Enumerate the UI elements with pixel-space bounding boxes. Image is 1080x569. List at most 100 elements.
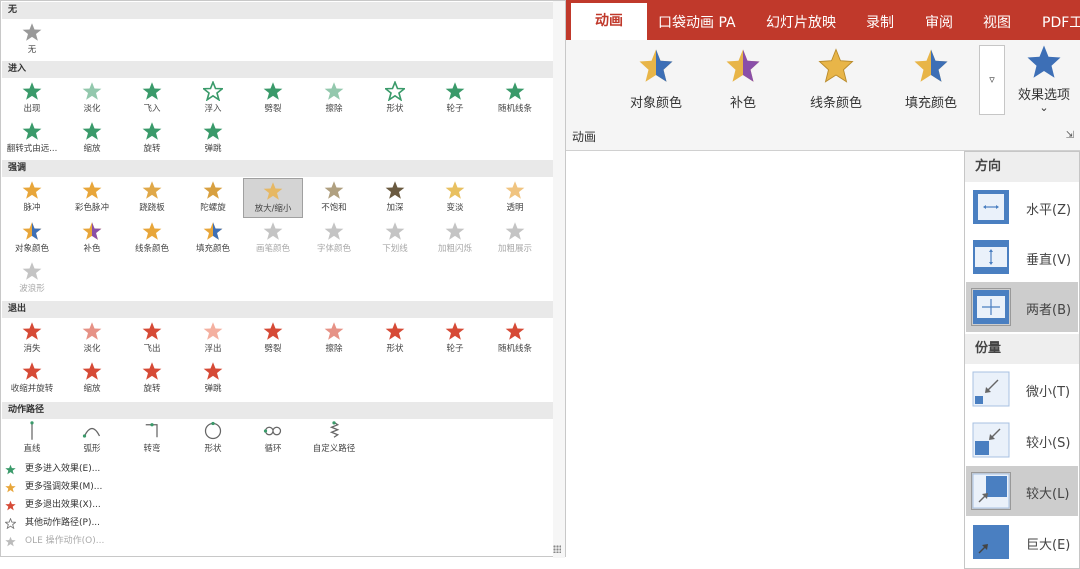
effect-entrance-10[interactable]: 缩放: [62, 119, 122, 159]
effect-entrance-6[interactable]: 形状: [365, 79, 425, 119]
resize-grip-icon[interactable]: [553, 545, 561, 553]
menu-item-both[interactable]: 两者(B): [966, 282, 1078, 332]
line-color-button[interactable]: 线条颜色: [794, 48, 878, 111]
star-effect-icon: [324, 222, 344, 240]
effect-label: 字体颜色: [316, 244, 351, 254]
effect-emphasis-12[interactable]: 填充颜色: [183, 219, 243, 259]
more-effects-label: 更多强调效果(M)...: [25, 482, 103, 492]
effect-path-4[interactable]: 循环: [243, 419, 303, 459]
effect-emphasis-5[interactable]: 不饱和: [304, 178, 364, 218]
effect-emphasis-0[interactable]: 脉冲: [2, 178, 62, 218]
tab-record[interactable]: 录制: [866, 12, 894, 32]
gallery-scrollbar[interactable]: [553, 1, 565, 558]
effect-emphasis-18[interactable]: 波浪形: [2, 259, 62, 299]
menu-item-smaller[interactable]: 较小(S): [966, 415, 1078, 465]
effect-path-5[interactable]: 自定义路径: [304, 419, 364, 459]
tab-view[interactable]: 视图: [983, 12, 1011, 32]
menu-item-tiny[interactable]: 微小(T): [966, 364, 1078, 414]
effect-options-button[interactable]: 效果选项 ⌄: [1009, 44, 1079, 114]
effect-label: 随机线条: [497, 344, 532, 354]
effect-exit-8[interactable]: 随机线条: [485, 319, 545, 359]
effect-exit-11[interactable]: 旋转: [122, 359, 182, 399]
effect-emphasis-10[interactable]: 补色: [62, 219, 122, 259]
effect-path-3[interactable]: 形状: [183, 419, 243, 459]
effect-emphasis-13[interactable]: 画笔颜色: [243, 219, 303, 259]
star-effect-icon: [324, 82, 344, 100]
effect-entrance-7[interactable]: 轮子: [425, 79, 485, 119]
effect-exit-2[interactable]: 飞出: [122, 319, 182, 359]
tab-pocket-animation[interactable]: 口袋动画 PA: [658, 12, 736, 32]
star-icon: [5, 518, 16, 529]
object-color-button[interactable]: 对象颜色: [614, 48, 698, 111]
effect-label: 彩色脉冲: [74, 203, 109, 213]
star-effect-icon: [505, 322, 525, 340]
complementary-color-button[interactable]: 补色: [718, 48, 768, 111]
effect-label: 弹跳: [204, 144, 222, 154]
dialog-launcher-icon[interactable]: ⇲: [1066, 130, 1074, 141]
animation-gallery: 无 进入 强调 退出 动作路径 无出现 淡化 飞入 浮入 劈裂 擦除 形状 轮子 随机线条 翻转式…: [0, 0, 566, 558]
star-effect-icon: [263, 222, 283, 240]
tab-review[interactable]: 审阅: [925, 12, 953, 32]
effect-emphasis-14[interactable]: 字体颜色: [304, 219, 364, 259]
effect-none-0[interactable]: 无: [2, 20, 62, 60]
effect-exit-10[interactable]: 缩放: [62, 359, 122, 399]
effect-emphasis-1[interactable]: 彩色脉冲: [62, 178, 122, 218]
effect-emphasis-7[interactable]: 变淡: [425, 178, 485, 218]
effect-exit-1[interactable]: 淡化: [62, 319, 122, 359]
effect-emphasis-9[interactable]: 对象颜色: [2, 219, 62, 259]
menu-item-larger[interactable]: 较大(L): [966, 466, 1078, 516]
effect-emphasis-8[interactable]: 透明: [485, 178, 545, 218]
effect-entrance-8[interactable]: 随机线条: [485, 79, 545, 119]
motion-path-icon: [329, 421, 340, 438]
effect-entrance-0[interactable]: 出现: [2, 79, 62, 119]
effect-path-2[interactable]: 转弯: [122, 419, 182, 459]
effect-path-1[interactable]: 弧形: [62, 419, 122, 459]
effect-exit-9[interactable]: 收缩并旋转: [2, 359, 62, 399]
effect-entrance-12[interactable]: 弹跳: [183, 119, 243, 159]
effect-exit-0[interactable]: 消失: [2, 319, 62, 359]
effect-exit-4[interactable]: 劈裂: [243, 319, 303, 359]
effect-emphasis-16[interactable]: 加粗闪烁: [425, 219, 485, 259]
tab-slideshow[interactable]: 幻灯片放映: [766, 12, 836, 32]
menu-item-horizontal[interactable]: 水平(Z): [966, 182, 1078, 232]
menu-header-amount: 份量: [965, 334, 1079, 364]
effect-emphasis-3[interactable]: 陀螺旋: [183, 178, 243, 218]
effect-entrance-9[interactable]: 翻转式由远...: [2, 119, 62, 159]
effect-entrance-2[interactable]: 飞入: [122, 79, 182, 119]
effect-emphasis-15[interactable]: 下划线: [365, 219, 425, 259]
star-effect-icon: [203, 181, 223, 199]
motion-path-icon: [82, 427, 101, 438]
star-effect-icon: [203, 362, 223, 380]
effect-label: 加粗展示: [497, 244, 532, 254]
star-effect-icon: [263, 82, 283, 100]
effect-emphasis-17[interactable]: 加粗展示: [485, 219, 545, 259]
effect-entrance-11[interactable]: 旋转: [122, 119, 182, 159]
star-effect-icon: [82, 82, 102, 100]
effect-exit-6[interactable]: 形状: [365, 319, 425, 359]
effect-entrance-3[interactable]: 浮入: [183, 79, 243, 119]
animation-group-label: 动画: [572, 130, 597, 144]
effect-entrance-4[interactable]: 劈裂: [243, 79, 303, 119]
menu-item-vertical[interactable]: 垂直(V): [966, 232, 1078, 282]
effect-exit-3[interactable]: 浮出: [183, 319, 243, 359]
effect-label: 补色: [83, 244, 101, 254]
star-effect-icon: [82, 362, 102, 380]
star-effect-icon: [22, 122, 42, 140]
effect-emphasis-11[interactable]: 线条颜色: [122, 219, 182, 259]
effect-emphasis-2[interactable]: 跷跷板: [122, 178, 182, 218]
effect-exit-7[interactable]: 轮子: [425, 319, 485, 359]
gallery-more-button[interactable]: ▿: [979, 45, 1005, 115]
tab-animation[interactable]: 动画: [571, 3, 647, 40]
effect-exit-5[interactable]: 擦除: [304, 319, 364, 359]
menu-item-huge[interactable]: 巨大(E): [966, 517, 1078, 567]
fill-color-button[interactable]: 填充颜色: [889, 48, 973, 111]
effect-path-0[interactable]: 直线: [2, 419, 62, 459]
more-effects-label: 更多退出效果(X)...: [25, 500, 101, 510]
effect-emphasis-6[interactable]: 加深: [365, 178, 425, 218]
tab-pdf[interactable]: PDF工: [1042, 12, 1080, 32]
effect-label: 直线: [23, 444, 41, 454]
effect-emphasis-4[interactable]: 放大/缩小: [243, 178, 303, 218]
effect-entrance-1[interactable]: 淡化: [62, 79, 122, 119]
effect-exit-12[interactable]: 弹跳: [183, 359, 243, 399]
effect-entrance-5[interactable]: 擦除: [304, 79, 364, 119]
